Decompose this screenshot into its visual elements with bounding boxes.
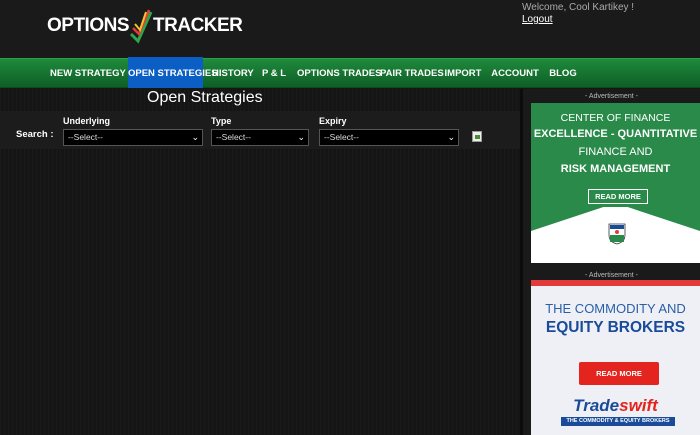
options-tracker-logo[interactable]: OPTIONS TRACKER	[47, 8, 243, 44]
ad-label: - Advertisement -	[585, 93, 638, 100]
expiry-label: Expiry	[319, 116, 347, 126]
broken-image-icon[interactable]	[472, 131, 482, 142]
ad1-line3: FINANCE AND	[578, 146, 653, 158]
type-select[interactable]: --Select-- ⌄	[211, 129, 309, 146]
type-label: Type	[211, 116, 232, 126]
ad1-read-more-button[interactable]: READ MORE	[585, 186, 651, 207]
welcome-text: Welcome, Cool Kartikey !	[522, 2, 635, 13]
ad1-line1: CENTER OF FINANCE	[560, 112, 671, 124]
nav-import[interactable]: IMPORT	[444, 59, 482, 88]
header: OPTIONS TRACKER Welcome, Cool Kartikey !…	[0, 0, 700, 58]
ad2-line1: THE COMMODITY AND	[545, 301, 686, 316]
expiry-select[interactable]: --Select-- ⌄	[319, 129, 459, 146]
nav-history[interactable]: HISTORY	[212, 59, 254, 88]
nav-blog[interactable]: BLOG	[549, 59, 577, 88]
tradeswift-logo: Tradeswift	[531, 396, 700, 416]
underlying-select[interactable]: --Select-- ⌄	[63, 129, 203, 146]
ad-label: - Advertisement -	[585, 272, 638, 279]
chevron-down-icon: ⌄	[297, 132, 305, 142]
crest-icon	[608, 223, 626, 245]
ad2-tagline: THE COMMODITY & EQUITY BROKERS	[561, 417, 675, 426]
ad-center-of-finance[interactable]: CENTER OF FINANCE EXCELLENCE - QUANTITAT…	[531, 103, 700, 263]
logo-text-options: OPTIONS	[47, 15, 130, 36]
ad2-top-stripe	[531, 280, 700, 286]
ad-tradeswift[interactable]: THE COMMODITY AND EQUITY BROKERS READ MO…	[531, 280, 700, 435]
nav-options-trades[interactable]: OPTIONS TRADES	[297, 59, 381, 88]
page-title: Open Strategies	[147, 89, 263, 106]
ad1-line4: RISK MANAGEMENT	[560, 163, 671, 175]
brand-swift: swift	[619, 396, 658, 415]
sidebar-ads: - Advertisement - CENTER OF FINANCE EXCE…	[523, 89, 700, 435]
expiry-select-value: --Select--	[324, 132, 359, 142]
main-nav: NEW STRATEGY OPEN STRATEGIES HISTORY P &…	[0, 57, 700, 88]
nav-p-and-l[interactable]: P & L	[261, 59, 287, 88]
logout-link[interactable]: Logout	[522, 14, 553, 25]
chevron-down-icon: ⌄	[191, 132, 199, 142]
underlying-select-value: --Select--	[68, 132, 103, 142]
nav-account[interactable]: ACCOUNT	[491, 59, 539, 88]
nav-new-strategy[interactable]: NEW STRATEGY	[50, 59, 126, 88]
chevron-down-icon: ⌄	[447, 132, 455, 142]
ad2-line2: EQUITY BROKERS	[545, 319, 686, 336]
search-label: Search :	[16, 129, 54, 140]
nav-pair-trades[interactable]: PAIR TRADES	[380, 59, 444, 88]
ad2-read-more-button[interactable]: READ MORE	[579, 362, 659, 385]
nav-open-strategies[interactable]: OPEN STRATEGIES	[128, 57, 218, 88]
type-select-value: --Select--	[216, 132, 251, 142]
main-content: Open Strategies Search : Underlying --Se…	[0, 89, 520, 435]
logo-arrow-icon	[129, 8, 153, 44]
logo-text-tracker: TRACKER	[153, 15, 243, 36]
search-bar: Search : Underlying --Select-- ⌄ Type --…	[0, 111, 520, 149]
brand-trade: Trade	[573, 396, 620, 415]
ad1-line2: EXCELLENCE - QUANTITATIVE	[533, 128, 698, 140]
underlying-label: Underlying	[63, 116, 111, 126]
